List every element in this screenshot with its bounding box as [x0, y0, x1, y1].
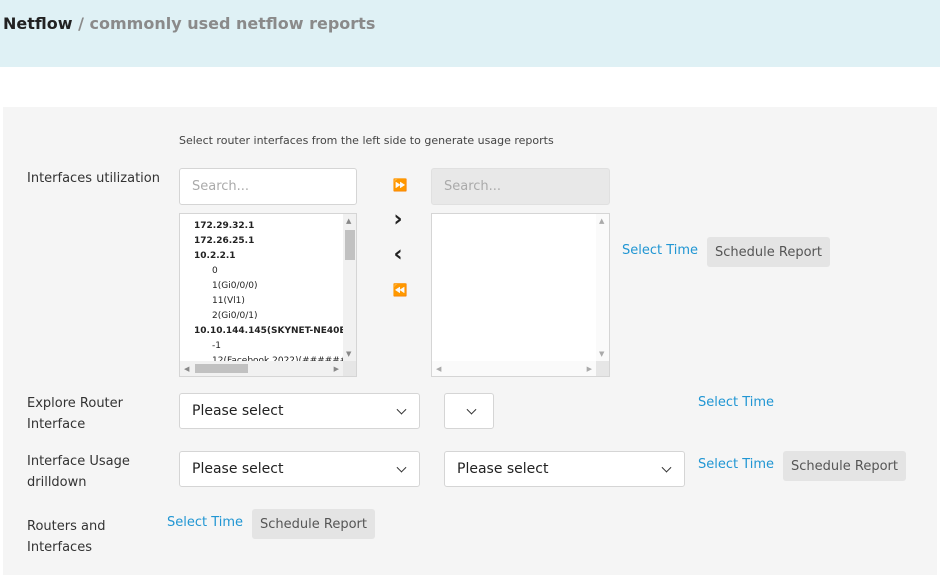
explore-interface-select[interactable]	[444, 393, 494, 429]
page-title: commonly used netflow reports	[89, 14, 376, 33]
list-item[interactable]: 172.26.25.1	[194, 234, 254, 249]
page-header: Netflow / commonly used netflow reports	[0, 0, 940, 67]
scroll-up-icon[interactable]: ▲	[599, 217, 604, 225]
scrollbar-corner	[343, 361, 356, 376]
drilldown-schedule-report-button[interactable]: Schedule Report	[783, 451, 906, 481]
routers-schedule-report-button[interactable]: Schedule Report	[252, 509, 375, 539]
left-list-vthumb[interactable]	[345, 230, 355, 260]
list-item[interactable]: 11(Vl1)	[212, 294, 245, 309]
left-list-hthumb[interactable]	[195, 364, 248, 373]
chevron-down-icon	[466, 404, 477, 415]
scroll-left-icon[interactable]: ◀	[184, 365, 189, 373]
explore-router-label-line2: Interface	[27, 417, 86, 432]
chevron-left-icon: ‹	[393, 241, 403, 267]
usage-drilldown-label: Interface Usage drilldown	[27, 451, 130, 493]
usage-drilldown-label-line1: Interface Usage	[27, 454, 130, 469]
list-item[interactable]: 2(Gi0/0/1)	[212, 309, 257, 324]
double-chevron-left-icon: ⏪	[392, 283, 408, 297]
left-search-input[interactable]: Search...	[179, 168, 357, 205]
left-search-placeholder: Search...	[192, 179, 250, 194]
routers-interfaces-label: Routers and Interfaces	[27, 516, 105, 558]
available-interfaces-list[interactable]: 172.29.32.1 172.26.25.1 10.2.2.1 0 1(Gi0/0/0…	[179, 213, 357, 377]
breadcrumb-separator: /	[72, 14, 90, 33]
right-list-hscrollbar[interactable]: ◀ ▶	[432, 361, 596, 376]
right-search-input[interactable]: Search...	[431, 168, 610, 205]
breadcrumb-root[interactable]: Netflow	[3, 14, 73, 33]
list-item[interactable]: 0	[212, 264, 218, 279]
selected-interfaces-list[interactable]: ▲ ▼ ◀ ▶	[431, 213, 610, 377]
usage-drilldown-label-line2: drilldown	[27, 475, 87, 490]
right-search-placeholder: Search...	[444, 179, 502, 194]
explore-router-select[interactable]: Please select	[179, 393, 420, 429]
list-item[interactable]: 10.2.2.1	[194, 249, 236, 264]
chevron-down-icon	[396, 462, 407, 473]
move-all-right-button[interactable]: ⏩	[388, 173, 412, 197]
right-list-vscrollbar[interactable]: ▲ ▼	[596, 214, 609, 361]
move-right-button[interactable]: ›	[386, 206, 410, 232]
routers-select-time-link[interactable]: Select Time	[167, 515, 243, 530]
interfaces-schedule-report-button[interactable]: Schedule Report	[707, 237, 830, 267]
scroll-down-icon[interactable]: ▼	[346, 350, 351, 358]
interfaces-utilization-label: Interfaces utilization	[27, 171, 160, 186]
chevron-down-icon	[396, 404, 407, 415]
explore-router-label: Explore Router Interface	[27, 393, 123, 435]
move-left-button[interactable]: ‹	[386, 241, 410, 267]
list-item[interactable]: 1(Gi0/0/0)	[212, 279, 257, 294]
scroll-up-icon[interactable]: ▲	[346, 217, 351, 225]
scroll-down-icon[interactable]: ▼	[599, 350, 604, 358]
double-chevron-right-icon: ⏩	[392, 178, 408, 192]
scroll-right-icon[interactable]: ▶	[587, 365, 592, 373]
list-item[interactable]: -1	[212, 339, 221, 354]
scroll-left-icon[interactable]: ◀	[436, 365, 441, 373]
list-item[interactable]: 10.10.144.145(SKYNET-NE40E-	[194, 324, 349, 339]
chevron-down-icon	[661, 462, 672, 473]
breadcrumb: Netflow / commonly used netflow reports	[3, 14, 375, 34]
scrollbar-corner	[596, 361, 609, 376]
drilldown-interface-select-value: Please select	[457, 461, 549, 477]
move-all-left-button[interactable]: ⏪	[388, 278, 412, 302]
routers-interfaces-label-line1: Routers and	[27, 519, 106, 534]
drilldown-interface-select[interactable]: Please select	[444, 451, 685, 487]
drilldown-router-select-value: Please select	[192, 461, 284, 477]
drilldown-router-select[interactable]: Please select	[179, 451, 420, 487]
chevron-right-icon: ›	[393, 206, 403, 232]
left-list-hscrollbar[interactable]: ◀ ▶	[180, 361, 343, 376]
explore-select-time-link[interactable]: Select Time	[698, 395, 774, 410]
interfaces-select-time-link[interactable]: Select Time	[622, 243, 698, 258]
drilldown-select-time-link[interactable]: Select Time	[698, 457, 774, 472]
list-item[interactable]: 172.29.32.1	[194, 219, 254, 234]
interfaces-hint: Select router interfaces from the left s…	[179, 134, 554, 147]
routers-interfaces-label-line2: Interfaces	[27, 540, 92, 555]
explore-router-select-value: Please select	[192, 403, 284, 419]
scroll-right-icon[interactable]: ▶	[334, 365, 339, 373]
left-list-vscrollbar[interactable]: ▲ ▼	[343, 214, 356, 361]
explore-router-label-line1: Explore Router	[27, 396, 123, 411]
